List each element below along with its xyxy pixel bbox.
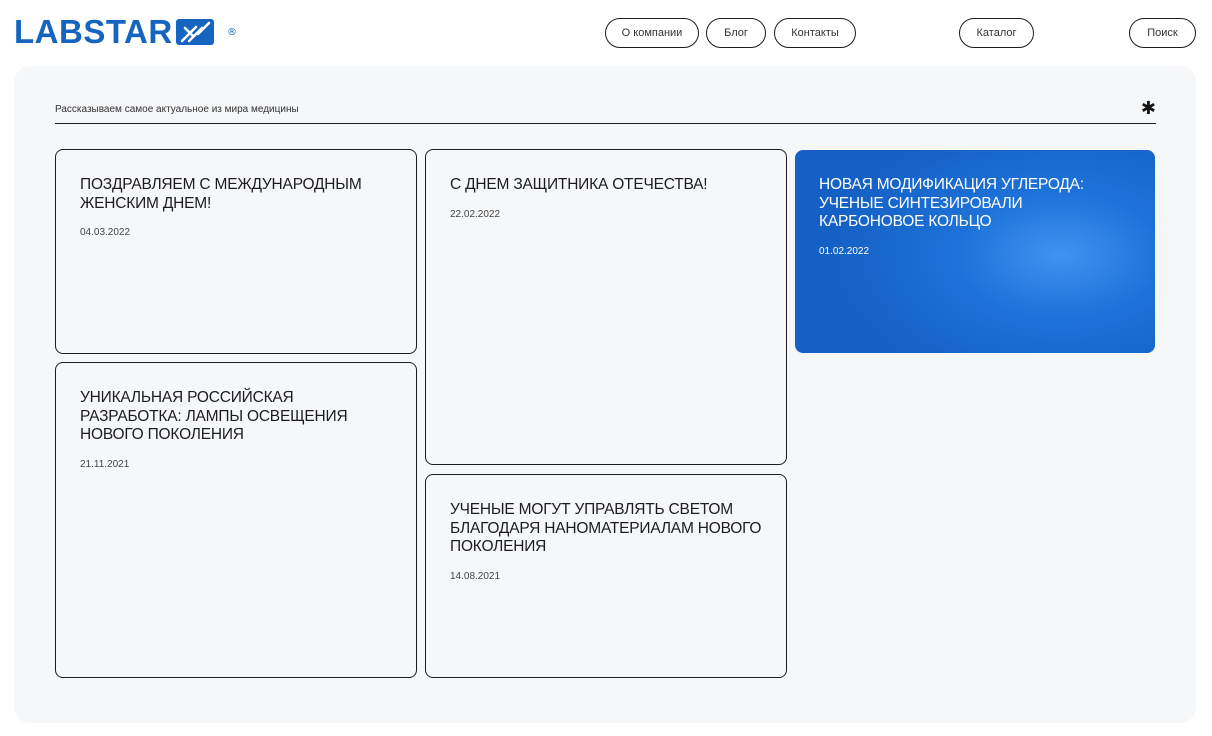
article-title: УЧЕНЫЕ МОГУТ УПРАВЛЯТЬ СВЕТОМ БЛАГОДАРЯ … xyxy=(450,501,762,555)
search-button[interactable]: Поиск xyxy=(1129,18,1196,48)
article-card[interactable]: УНИКАЛЬНАЯ РОССИЙСКАЯ РАЗРАБОТКА: ЛАМПЫ … xyxy=(55,362,417,678)
logo[interactable]: LABSTAR ® xyxy=(14,13,237,50)
subtitle-row: Рассказываем самое актуальное из мира ме… xyxy=(55,98,1156,124)
catalog-button[interactable]: Каталог xyxy=(959,18,1034,48)
page-subtitle: Рассказываем самое актуальное из мира ме… xyxy=(55,104,299,115)
labstar-logo-icon xyxy=(175,17,216,47)
article-date: 04.03.2022 xyxy=(80,227,131,238)
article-title: С ДНЕМ ЗАЩИТНИКА ОТЕЧЕСТВА! xyxy=(450,176,708,193)
registered-mark: ® xyxy=(227,27,237,38)
article-title: УНИКАЛЬНАЯ РОССИЙСКАЯ РАЗРАБОТКА: ЛАМПЫ … xyxy=(80,389,348,443)
article-card[interactable]: С ДНЕМ ЗАЩИТНИКА ОТЕЧЕСТВА! 22.02.2022 xyxy=(425,149,787,465)
featured-article-card[interactable]: НОВАЯ МОДИФИКАЦИЯ УГЛЕРОДА: УЧЕНЫЕ СИНТЕ… xyxy=(795,150,1155,353)
nav-about-button[interactable]: О компании xyxy=(605,18,699,48)
blog-panel: Рассказываем самое актуальное из мира ме… xyxy=(14,66,1196,723)
article-date: 14.08.2021 xyxy=(450,570,501,582)
article-card[interactable]: ПОЗДРАВЛЯЕМ С МЕЖДУНАРОДНЫМ ЖЕНСКИМ ДНЕМ… xyxy=(55,149,417,354)
logo-text: LABSTAR xyxy=(14,13,173,50)
article-date: 21.11.2021 xyxy=(80,458,130,470)
article-date: 22.02.2022 xyxy=(450,208,501,220)
asterisk-icon: ✱ xyxy=(1140,98,1156,119)
nav-contacts-button[interactable]: Контакты xyxy=(774,18,856,48)
article-card[interactable]: УЧЕНЫЕ МОГУТ УПРАВЛЯТЬ СВЕТОМ БЛАГОДАРЯ … xyxy=(425,474,787,678)
article-date: 01.02.2022 xyxy=(819,245,870,257)
article-title: НОВАЯ МОДИФИКАЦИЯ УГЛЕРОДА: УЧЕНЫЕ СИНТЕ… xyxy=(819,176,1084,230)
nav-blog-button[interactable]: Блог xyxy=(706,18,766,48)
article-title: ПОЗДРАВЛЯЕМ С МЕЖДУНАРОДНЫМ ЖЕНСКИМ ДНЕМ… xyxy=(80,176,362,212)
